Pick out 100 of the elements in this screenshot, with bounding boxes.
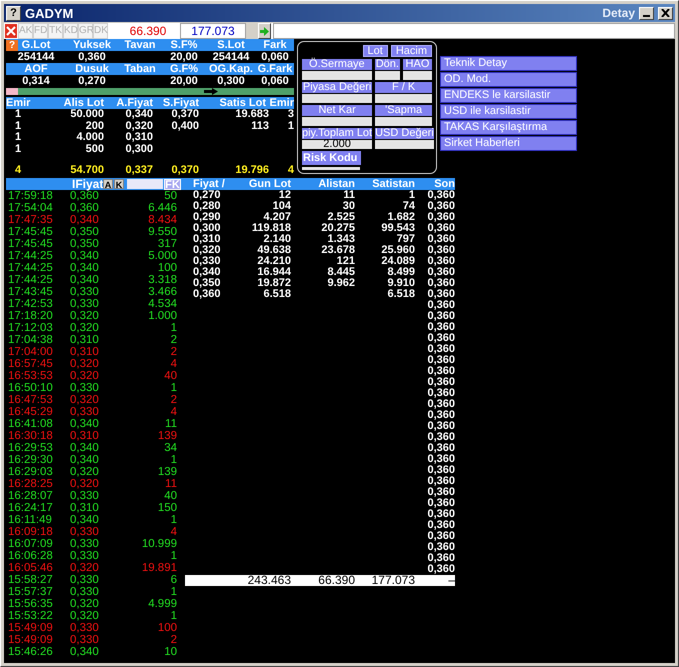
- table-cell: 11: [343, 189, 355, 201]
- trade-lot: 40: [163, 490, 177, 502]
- trade-lot: 11: [164, 418, 177, 430]
- trade-price: 0,350: [70, 238, 100, 250]
- trade-time: 17:45:45: [7, 238, 54, 250]
- close-button[interactable]: [658, 6, 673, 20]
- table-cell: 0,360: [427, 365, 455, 377]
- table-cell: 797: [396, 233, 415, 245]
- table-cell: 1: [14, 142, 22, 154]
- help-icon[interactable]: ?: [6, 6, 21, 20]
- menu-item[interactable]: USD ile karsilastir: [440, 104, 577, 119]
- sort-button[interactable]: K: [114, 179, 124, 189]
- table-cell: 0,360: [427, 497, 455, 509]
- table-cell: 0,360: [427, 222, 455, 234]
- column-header: S.Lot: [217, 39, 245, 51]
- trade-lot: 2: [170, 394, 177, 406]
- menu-item[interactable]: ENDEKS le karsilastir: [440, 88, 577, 103]
- table-cell: 1: [288, 120, 294, 132]
- table-cell: 1: [14, 131, 22, 143]
- trade-lot: 4.534: [147, 298, 177, 310]
- trade-price: 0,340: [70, 274, 100, 286]
- table-cell: 0,360: [427, 387, 455, 399]
- toggle-button[interactable]: Hacim: [390, 45, 432, 57]
- trade-time: 16:53:53: [7, 370, 54, 382]
- trade-time: 16:09:18: [7, 526, 54, 538]
- trade-lot: 1.000: [147, 310, 177, 322]
- table-cell: 0,340: [125, 108, 153, 120]
- field-label: USD Değeri: [375, 128, 434, 139]
- filter-field[interactable]: [127, 179, 163, 189]
- trade-lot: 3.318: [147, 274, 177, 286]
- trade-time: 16:45:29: [7, 406, 54, 418]
- column-header: Taban: [124, 63, 156, 75]
- toggle-button[interactable]: Lot: [362, 45, 388, 57]
- trade-price: 0,350: [70, 226, 100, 238]
- total-cell: –: [448, 573, 455, 587]
- trade-lot: 40: [163, 370, 177, 382]
- trade-lot: 4: [170, 358, 177, 370]
- table-cell: 2.525: [327, 211, 355, 223]
- value-field: [302, 167, 360, 170]
- table-cell: 0,360: [427, 211, 455, 223]
- table-cell: 23.678: [321, 244, 355, 256]
- trade-lot: 9.550: [147, 226, 177, 238]
- trade-lot: 100: [156, 622, 177, 634]
- trade-price: 0,340: [70, 418, 100, 430]
- table-cell: 0,360: [427, 541, 455, 553]
- field-label: 'Sapma: [375, 105, 432, 116]
- go-button[interactable]: [258, 23, 271, 39]
- column-header: AOF: [24, 63, 48, 75]
- column-header: Emir: [6, 97, 30, 109]
- table-cell: 1: [408, 189, 415, 201]
- value-cell: 254144: [212, 51, 250, 63]
- table-cell: 0,320: [125, 120, 153, 132]
- table-cell: 0,370: [171, 108, 199, 120]
- table-cell: 1.343: [327, 233, 355, 245]
- trade-time: 15:57:37: [7, 586, 54, 598]
- field-label: Piyasa Değeri: [302, 82, 372, 93]
- trade-lot: 8.434: [147, 214, 177, 226]
- input-field[interactable]: [273, 23, 675, 39]
- filter-button[interactable]: FK: [164, 178, 181, 190]
- table-cell: 0,360: [427, 519, 455, 531]
- table-cell: 0,400: [171, 120, 199, 132]
- menu-item[interactable]: Teknik Detay: [440, 56, 577, 71]
- menu-item[interactable]: TAKAS Karşılaştırma: [440, 120, 577, 135]
- sort-button[interactable]: A: [103, 179, 113, 189]
- trade-time: 16:11:49: [7, 514, 53, 526]
- table-cell: 49.638: [257, 244, 291, 256]
- arrow-icon: [204, 88, 218, 95]
- window-title: GADYM: [25, 6, 74, 20]
- trade-lot: 34: [163, 442, 177, 454]
- trade-time: 17:45:45: [7, 226, 54, 238]
- column-header: Gun Lot: [248, 178, 291, 190]
- trade-price: 0,330: [70, 526, 100, 538]
- menu-item[interactable]: Sirket Haberleri: [440, 136, 577, 151]
- field-label: Risk Kodu: [302, 151, 361, 165]
- menu-item[interactable]: OD. Mod.: [440, 72, 577, 87]
- table-cell: 0,360: [427, 530, 455, 542]
- trade-time: 16:57:45: [7, 358, 54, 370]
- table-cell: 6.518: [263, 288, 291, 300]
- trade-lot: 1: [170, 454, 177, 466]
- table-cell: 24.089: [381, 255, 415, 267]
- table-cell: 0,360: [427, 376, 455, 388]
- trade-lot: 1: [170, 322, 177, 334]
- value-field: [374, 71, 400, 80]
- table-cell: 4.000: [76, 131, 104, 143]
- field-label: F / K: [375, 82, 432, 93]
- trade-price: 0,310: [70, 430, 100, 442]
- table-cell: 0,360: [427, 442, 455, 454]
- table-cell: 0,330: [193, 255, 221, 267]
- trade-price: 0,330: [70, 406, 100, 418]
- table-cell: 8.445: [327, 266, 355, 278]
- table-cell: 0,360: [427, 552, 455, 564]
- value-cell: 0,270: [78, 75, 106, 87]
- field-label: piy.Toplam Lot: [302, 128, 372, 139]
- field-label: Dön.: [374, 59, 400, 70]
- table-cell: 12: [278, 189, 291, 201]
- table-cell: 6.518: [387, 288, 415, 300]
- column-header: G.Lot: [22, 39, 50, 51]
- help-icon[interactable]: ?: [6, 40, 18, 50]
- value-field: [302, 71, 372, 80]
- minimize-button[interactable]: [639, 6, 654, 20]
